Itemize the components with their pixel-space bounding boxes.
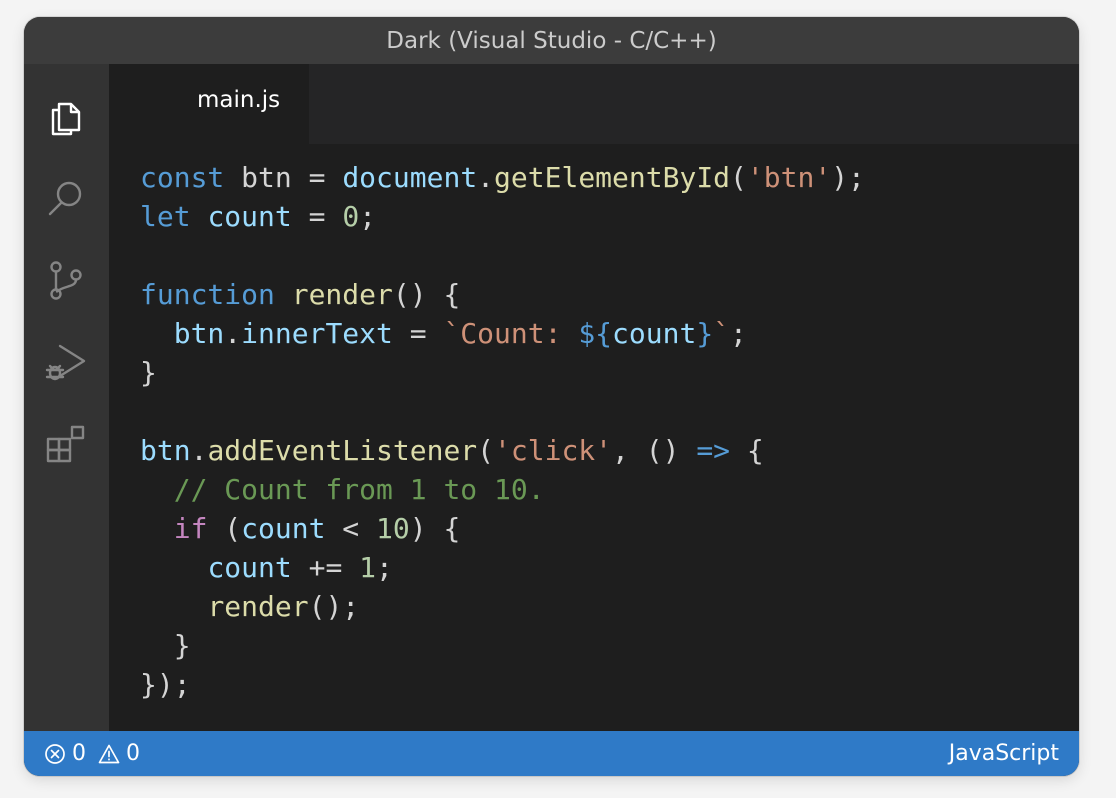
- code-token: 'click': [494, 434, 613, 467]
- code-token: if: [173, 512, 208, 545]
- code-token: count: [241, 512, 326, 545]
- tab-label: main.js: [197, 87, 281, 113]
- code-line: if (count < 10) {: [140, 509, 865, 548]
- extensions-icon[interactable]: [42, 420, 90, 468]
- language-mode-label: JavaScript: [948, 741, 1059, 766]
- code-token: ${: [578, 317, 613, 350]
- code-token: ;: [359, 200, 377, 233]
- code-token: 0: [342, 200, 360, 233]
- code-token: ;: [730, 317, 747, 350]
- warning-count: 0: [126, 741, 140, 766]
- code-content[interactable]: const btn = document.getElementById('btn…: [140, 158, 865, 704]
- code-token: .: [477, 161, 495, 194]
- code-token: render: [291, 278, 393, 311]
- code-line: }: [140, 353, 865, 392]
- code-token: });: [140, 668, 191, 701]
- code-token: =>: [696, 434, 731, 467]
- code-token: , (): [612, 434, 697, 467]
- code-token: }: [696, 317, 714, 350]
- language-mode-button[interactable]: JavaScript: [949, 731, 1059, 776]
- code-token: let: [140, 200, 191, 233]
- activity-bar: [24, 64, 109, 731]
- search-icon[interactable]: [42, 174, 90, 222]
- code-line: function render() {: [140, 275, 865, 314]
- code-token: ) {: [409, 512, 461, 545]
- code-line: }: [140, 626, 865, 665]
- code-token: count: [207, 200, 292, 233]
- problems-indicator[interactable]: 0 0: [44, 731, 140, 776]
- code-token: 1: [359, 551, 377, 584]
- source-control-icon[interactable]: [42, 256, 90, 304]
- error-count: 0: [72, 741, 86, 766]
- warning-icon: [98, 744, 120, 763]
- code-token: render: [207, 590, 309, 623]
- code-token: .: [224, 317, 242, 350]
- code-token: innerText: [241, 317, 393, 350]
- code-token: );: [831, 161, 865, 194]
- code-line: btn.innerText = `Count: ${count}`;: [140, 314, 865, 353]
- code-token: function: [140, 278, 275, 311]
- code-token: 'btn': [746, 161, 832, 194]
- code-token: =: [392, 317, 444, 350]
- code-line: render();: [140, 587, 865, 626]
- status-bar: 0 0 JavaScript: [24, 731, 1079, 776]
- code-token: 10: [376, 512, 410, 545]
- code-token: ;: [376, 551, 393, 584]
- code-line: btn.addEventListener('click', () => {: [140, 431, 865, 470]
- code-token: (: [477, 434, 495, 467]
- editor-window: Dark (Visual Studio - C/C++) main.js con…: [24, 17, 1079, 776]
- code-token: const: [140, 161, 225, 194]
- code-token: count: [612, 317, 697, 350]
- explorer-icon[interactable]: [42, 94, 90, 142]
- code-token: getElementById: [494, 161, 731, 194]
- code-token: btn: [140, 434, 191, 467]
- code-token: (: [730, 161, 747, 194]
- tab-main-js[interactable]: main.js: [109, 64, 309, 144]
- code-token: `: [713, 317, 731, 350]
- code-line: let count = 0;: [140, 197, 865, 236]
- code-token: btn =: [224, 161, 343, 194]
- code-token: {: [730, 434, 764, 467]
- code-token: .: [190, 434, 208, 467]
- code-token: }: [140, 629, 191, 662]
- window-title: Dark (Visual Studio - C/C++): [386, 27, 717, 54]
- title-bar: Dark (Visual Studio - C/C++): [24, 17, 1079, 64]
- code-token: +=: [291, 551, 360, 584]
- code-token: }: [140, 356, 157, 389]
- code-token: btn: [173, 317, 225, 350]
- code-token: ();: [308, 590, 360, 623]
- code-line: count += 1;: [140, 548, 865, 587]
- code-token: =: [291, 200, 343, 233]
- tab-strip: main.js: [109, 64, 1079, 144]
- error-icon: [45, 743, 65, 764]
- code-token: () {: [392, 278, 461, 311]
- code-token: addEventListener: [207, 434, 478, 467]
- code-line: // Count from 1 to 10.: [140, 470, 865, 509]
- code-token: (: [207, 512, 242, 545]
- code-token: count: [207, 551, 292, 584]
- code-token: <: [325, 512, 377, 545]
- code-token: // Count from 1 to 10.: [173, 473, 545, 506]
- code-token: document: [342, 161, 478, 194]
- code-token: `Count:: [443, 317, 579, 350]
- run-debug-icon[interactable]: [42, 338, 90, 386]
- code-editor[interactable]: const btn = document.getElementById('btn…: [109, 144, 1079, 731]
- code-line: });: [140, 665, 865, 704]
- code-line: const btn = document.getElementById('btn…: [140, 158, 865, 197]
